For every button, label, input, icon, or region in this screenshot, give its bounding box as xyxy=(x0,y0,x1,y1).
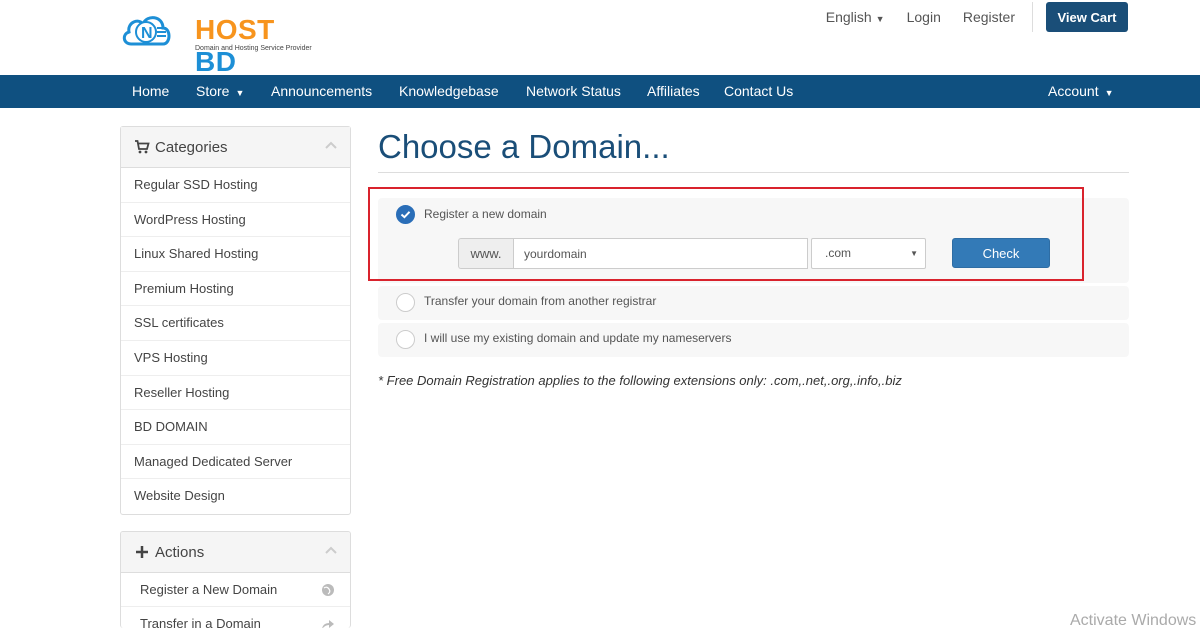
nav-store[interactable]: Store ▼ xyxy=(196,75,244,108)
nav-home[interactable]: Home xyxy=(132,75,169,108)
login-link[interactable]: Login xyxy=(907,9,941,25)
caret-down-icon: ▼ xyxy=(910,249,918,258)
nav-announcements[interactable]: Announcements xyxy=(271,75,372,108)
nav-contact[interactable]: Contact Us xyxy=(724,75,793,108)
free-domain-note: * Free Domain Registration applies to th… xyxy=(378,373,902,388)
category-item[interactable]: Managed Dedicated Server xyxy=(121,445,350,480)
register-link[interactable]: Register xyxy=(963,9,1015,25)
language-label: English xyxy=(825,9,872,25)
nav-account[interactable]: Account ▼ xyxy=(1048,75,1114,108)
checkmark-icon xyxy=(400,211,411,219)
caret-down-icon: ▼ xyxy=(875,14,885,24)
main-navbar: Home Store ▼ Announcements Knowledgebase … xyxy=(0,75,1200,108)
category-item[interactable]: SSL certificates xyxy=(121,306,350,341)
categories-panel: Categories Regular SSD Hosting WordPress… xyxy=(120,126,351,515)
nav-affiliates[interactable]: Affiliates xyxy=(647,75,700,108)
language-dropdown[interactable]: English ▼ xyxy=(804,9,885,25)
windows-activation-watermark: Activate Windows xyxy=(1070,612,1197,629)
actions-title: Actions xyxy=(155,544,205,561)
nav-network-status[interactable]: Network Status xyxy=(526,75,621,108)
view-cart-button[interactable]: View Cart xyxy=(1046,2,1128,32)
divider xyxy=(1032,2,1033,32)
share-icon xyxy=(322,620,334,628)
shopping-cart-icon xyxy=(135,140,150,154)
globe-icon xyxy=(322,584,334,596)
category-item[interactable]: WordPress Hosting xyxy=(121,203,350,238)
register-radio[interactable] xyxy=(396,205,415,224)
chevron-up-icon[interactable] xyxy=(324,543,338,557)
nav-store-label: Store xyxy=(196,83,230,99)
category-item[interactable]: VPS Hosting xyxy=(121,341,350,376)
logo-text-primary: HOST xyxy=(195,14,275,45)
existing-radio[interactable] xyxy=(396,330,415,349)
category-item[interactable]: Website Design xyxy=(121,479,350,514)
transfer-option-label: Transfer your domain from another regist… xyxy=(424,294,657,308)
domain-name-input[interactable] xyxy=(513,238,808,269)
nav-knowledgebase[interactable]: Knowledgebase xyxy=(399,75,499,108)
logo[interactable]: N HOST BD Domain and Hosting Service Pro… xyxy=(121,8,321,77)
transfer-domain-option[interactable]: Transfer your domain from another regist… xyxy=(378,286,1129,320)
top-bar: N HOST BD Domain and Hosting Service Pro… xyxy=(0,0,1200,77)
register-option-label: Register a new domain xyxy=(424,207,547,221)
action-label: Register a New Domain xyxy=(140,582,278,597)
cloud-logo-icon: N xyxy=(122,16,171,46)
transfer-radio[interactable] xyxy=(396,293,415,312)
category-item[interactable]: BD DOMAIN xyxy=(121,410,350,445)
category-item[interactable]: Linux Shared Hosting xyxy=(121,237,350,272)
existing-domain-option[interactable]: I will use my existing domain and update… xyxy=(378,323,1129,357)
category-item[interactable]: Premium Hosting xyxy=(121,272,350,307)
actions-panel: Actions Register a New Domain Transfer i… xyxy=(120,531,351,628)
action-label: Transfer in a Domain xyxy=(140,616,261,628)
www-prefix: www. xyxy=(458,238,513,269)
categories-header[interactable]: Categories xyxy=(121,127,350,168)
caret-down-icon: ▼ xyxy=(235,88,245,98)
plus-icon xyxy=(136,546,148,558)
check-availability-button[interactable]: Check xyxy=(952,238,1050,268)
logo-tagline: Domain and Hosting Service Provider xyxy=(195,45,312,52)
tld-select[interactable]: .com ▼ xyxy=(811,238,926,269)
category-item[interactable]: Regular SSD Hosting xyxy=(121,168,350,203)
actions-header[interactable]: Actions xyxy=(121,532,350,573)
tld-selected-value: .com xyxy=(825,246,852,260)
title-divider xyxy=(378,172,1129,173)
caret-down-icon: ▼ xyxy=(1104,88,1114,98)
page-title: Choose a Domain... xyxy=(378,128,670,165)
chevron-up-icon[interactable] xyxy=(324,138,338,152)
action-register-domain[interactable]: Register a New Domain xyxy=(121,573,350,607)
action-transfer-domain[interactable]: Transfer in a Domain xyxy=(121,607,350,628)
category-item[interactable]: Reseller Hosting xyxy=(121,376,350,411)
categories-title: Categories xyxy=(155,139,228,156)
top-links: English ▼ Login Register xyxy=(782,9,1015,25)
nav-account-label: Account xyxy=(1048,83,1099,99)
logo-badge-letter: N xyxy=(141,25,153,42)
existing-option-label: I will use my existing domain and update… xyxy=(424,331,732,345)
